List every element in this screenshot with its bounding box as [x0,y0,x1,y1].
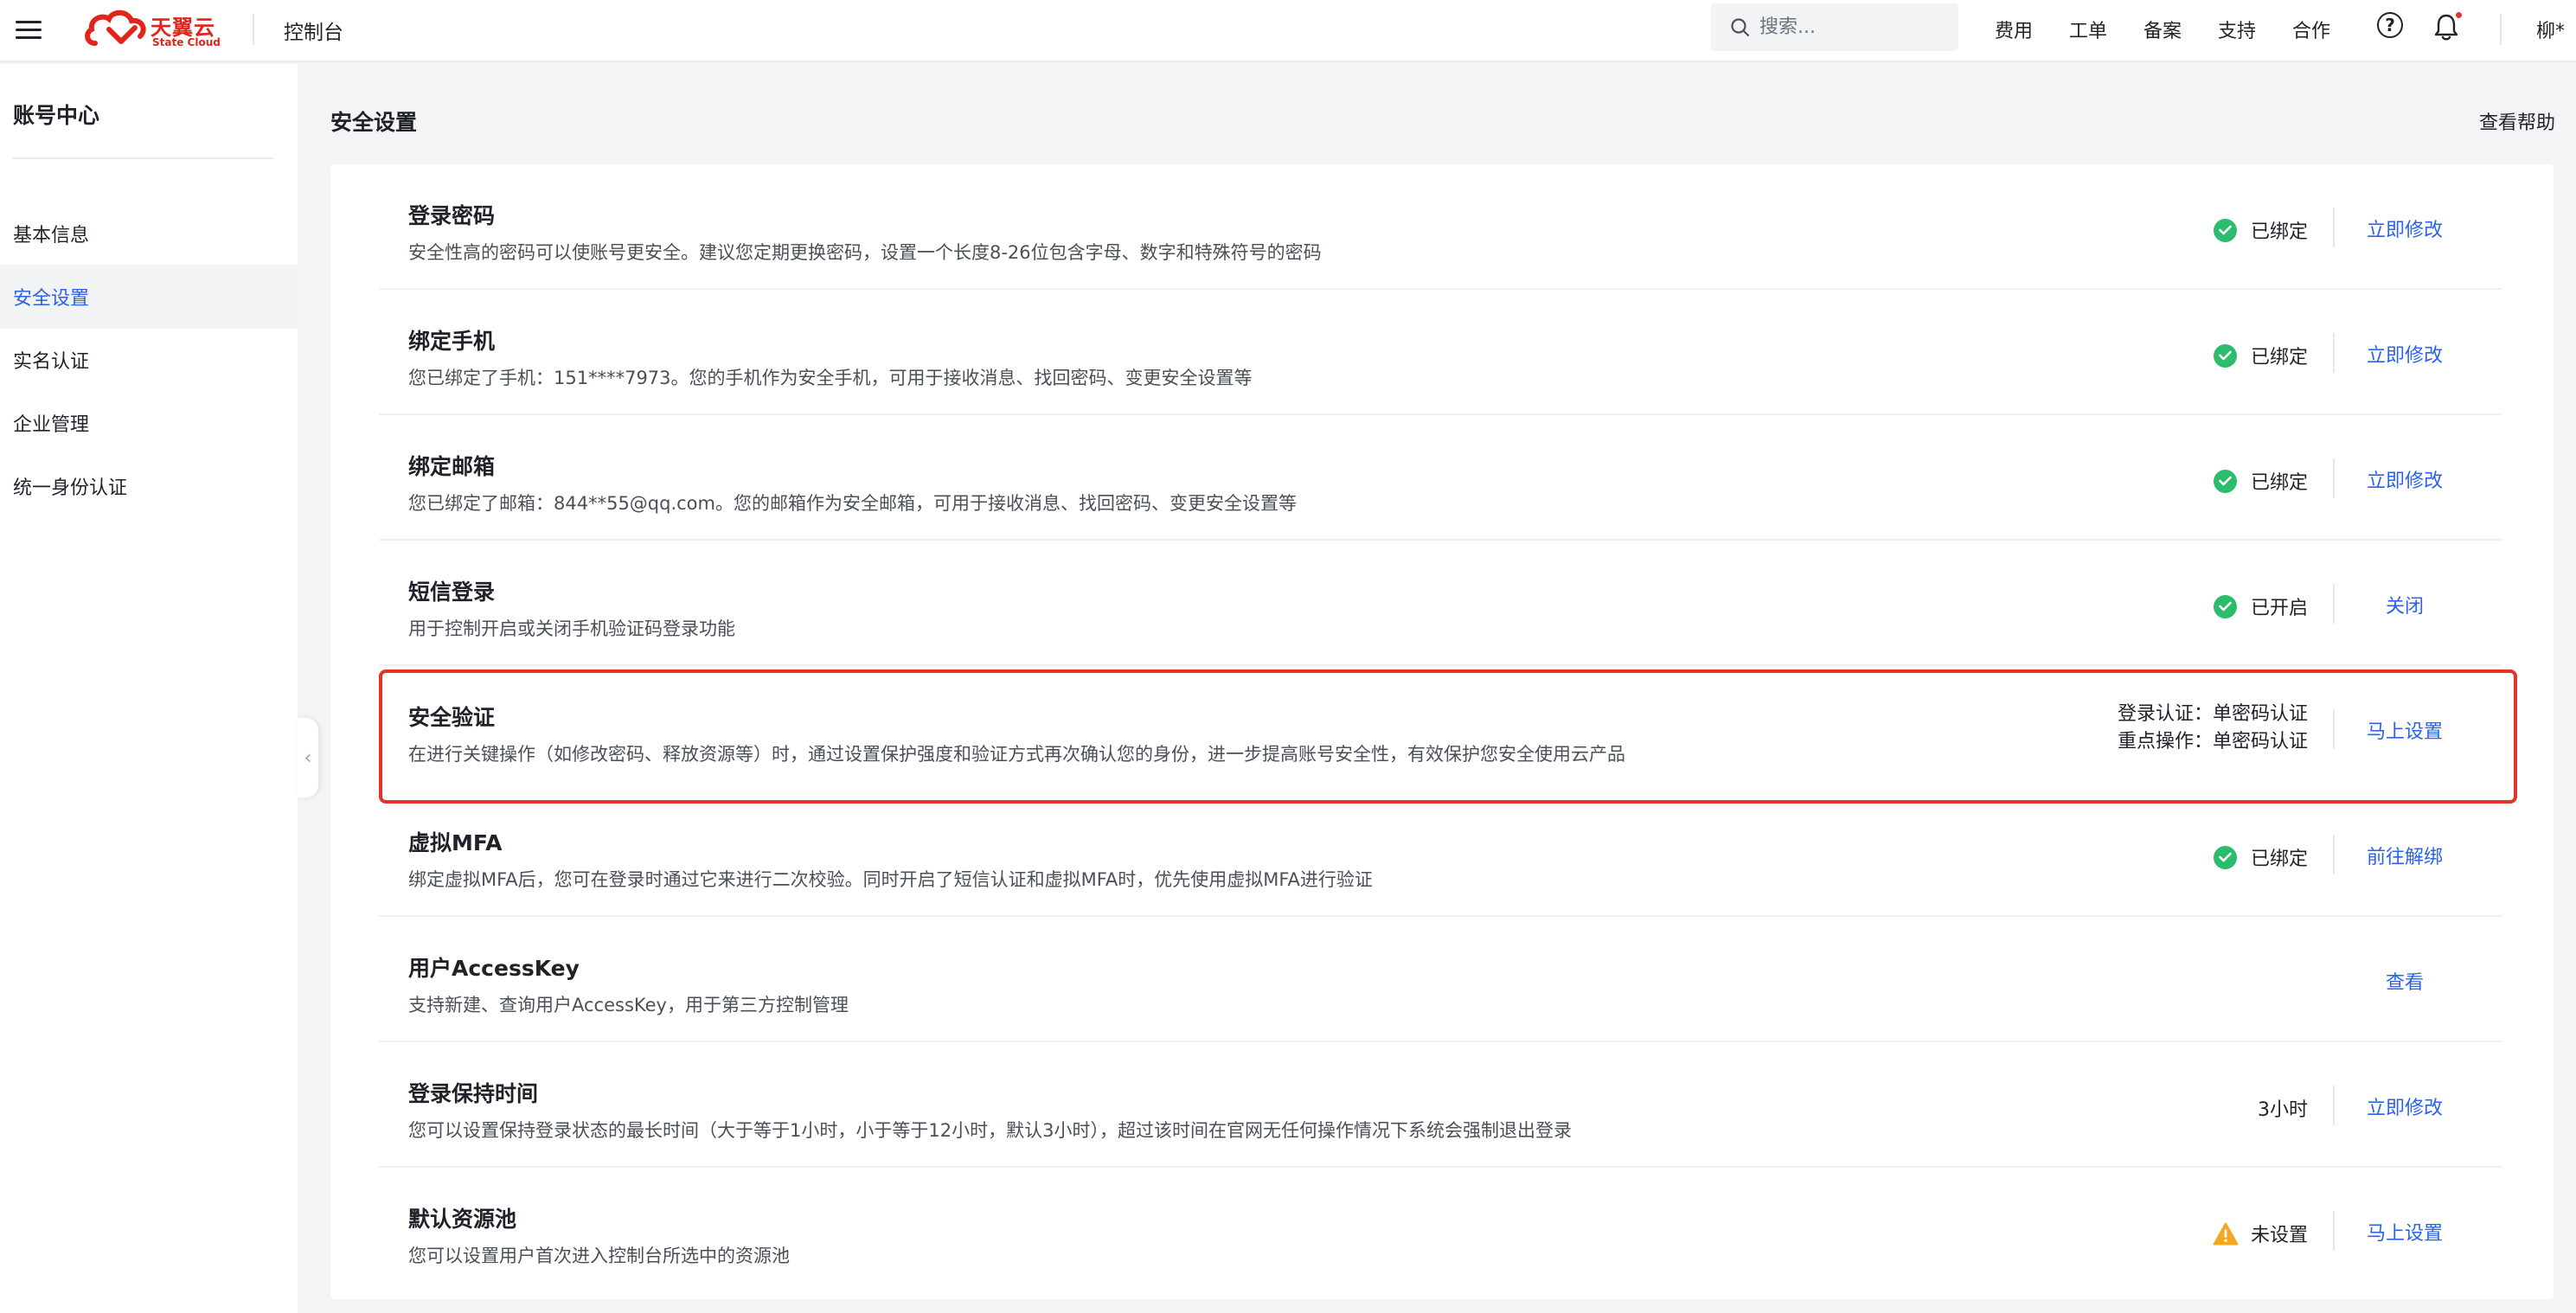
login-auth-text: 登录认证：单密码认证 [2117,703,2308,725]
status: 未设置 [2213,1220,2308,1247]
row-desc: 您可以设置用户首次进入控制台所选中的资源池 [408,1246,790,1266]
status-text: 已绑定 [2250,347,2308,368]
user-name[interactable]: 柳* [2536,16,2565,43]
row-desc: 在进行关键操作（如修改密码、释放资源等）时，通过设置保护强度和验证方式再次确认您… [408,744,1625,765]
logo-text-en: State Cloud [152,36,221,48]
setting-row-bind-email: 绑定邮箱 您已绑定了邮箱：844**55@qq.com。您的邮箱作为安全邮箱，可… [330,415,2554,541]
setting-row-login-password: 登录密码 安全性高的密码可以使账号更安全。建议您定期更换密码，设置一个长度8-2… [330,164,2554,290]
action-link[interactable]: 马上设置 [2335,1218,2475,1246]
setting-row-virtual-mfa: 虚拟MFA 绑定虚拟MFA后，您可在登录时通过它来进行二次校验。同时开启了短信认… [330,791,2554,917]
status: 已绑定 [2213,467,2308,495]
divider [13,157,274,159]
warning-icon [2213,1222,2239,1245]
status-text: 已开启 [2250,598,2308,619]
row-title: 用户AccessKey [408,956,580,981]
nav-partner[interactable]: 合作 [2292,16,2330,43]
row-title: 安全验证 [408,705,496,730]
security-settings-card: 登录密码 安全性高的密码可以使账号更安全。建议您定期更换密码，设置一个长度8-2… [330,164,2554,1299]
status: 已绑定 [2213,216,2308,244]
setting-row-access-key: 用户AccessKey 支持新建、查询用户AccessKey，用于第三方控制管理… [330,917,2554,1042]
status-text: 3小时 [2258,1099,2308,1121]
status-text: 已绑定 [2250,849,2308,870]
action-link[interactable]: 立即修改 [2335,465,2475,493]
setting-row-default-resource-pool: 默认资源池 您可以设置用户首次进入控制台所选中的资源池 未设置 马上设置 [330,1168,2554,1293]
check-circle-icon [2213,469,2237,493]
help-link[interactable]: 查看帮助 [2479,107,2555,135]
check-circle-icon [2213,343,2237,368]
action-link[interactable]: 关闭 [2335,591,2475,618]
verification-info: 登录认证：单密码认证 重点操作：单密码认证 [2118,701,2308,756]
setting-row-sms-login: 短信登录 用于控制开启或关闭手机验证码登录功能 已开启 关闭 [330,541,2554,666]
setting-row-login-keep-time: 登录保持时间 您可以设置保持登录状态的最长时间（大于等于1小时，小于等于12小时… [330,1042,2554,1168]
check-circle-icon [2213,594,2237,618]
search-input[interactable] [1759,16,1950,38]
console-title[interactable]: 控制台 [284,16,343,45]
bell-icon[interactable] [2432,10,2464,42]
row-title: 绑定手机 [408,329,496,354]
sidebar-collapse-handle[interactable]: ‹ [298,718,318,797]
status: 已开启 [2213,592,2308,620]
row-title: 登录保持时间 [408,1081,539,1106]
nav-fees[interactable]: 费用 [1995,16,2033,43]
sidebar-item-basic-info[interactable]: 基本信息 [0,202,298,266]
row-title: 登录密码 [408,203,496,228]
row-desc: 您已绑定了手机：151****7973。您的手机作为安全手机，可用于接收消息、找… [408,368,1253,388]
action-link[interactable]: 马上设置 [2335,716,2475,744]
cloud-logo-icon [85,10,146,46]
status: 3小时 [2258,1094,2308,1122]
divider [2500,14,2502,45]
search-box[interactable] [1711,3,1958,51]
row-title: 绑定邮箱 [408,454,496,479]
status-text: 已绑定 [2250,221,2308,243]
sidebar-item-enterprise[interactable]: 企业管理 [0,391,298,455]
row-title: 短信登录 [408,580,496,605]
action-link[interactable]: 立即修改 [2335,215,2475,242]
setting-row-security-verification: 安全验证 在进行关键操作（如修改密码、释放资源等）时，通过设置保护强度和验证方式… [330,666,2554,791]
row-desc: 用于控制开启或关闭手机验证码登录功能 [408,618,735,639]
row-desc: 绑定虚拟MFA后，您可在登录时通过它来进行二次校验。同时开启了短信认证和虚拟MF… [408,869,1373,890]
row-desc: 您可以设置保持登录状态的最长时间（大于等于1小时，小于等于12小时，默认3小时）… [408,1120,1572,1141]
row-title: 虚拟MFA [408,830,503,855]
row-desc: 您已绑定了邮箱：844**55@qq.com。您的邮箱作为安全邮箱，可用于接收消… [408,493,1297,514]
help-icon[interactable]: ? [2377,12,2406,42]
sidebar-item-real-name[interactable]: 实名认证 [0,328,298,392]
sidebar-title: 账号中心 [13,103,100,128]
search-icon [1731,17,1750,36]
nav-support[interactable]: 支持 [2218,16,2256,43]
chevron-left-icon: ‹ [304,746,312,769]
check-circle-icon [2213,218,2237,242]
setting-row-bind-phone: 绑定手机 您已绑定了手机：151****7973。您的手机作为安全手机，可用于接… [330,290,2554,415]
sidebar: 账号中心 基本信息 安全设置 实名认证 企业管理 统一身份认证 [0,64,298,1313]
divider [253,14,254,45]
status: 已绑定 [2213,342,2308,369]
row-title: 默认资源池 [408,1207,517,1232]
sidebar-item-security[interactable]: 安全设置 [0,265,298,329]
sidebar-item-unified-identity[interactable]: 统一身份认证 [0,454,298,518]
top-bar: 天翼云 State Cloud 控制台 费用 工单 备案 支持 合作 ? 柳* [0,0,2576,62]
key-operation-auth-text: 重点操作：单密码认证 [2117,731,2308,753]
action-link[interactable]: 立即修改 [2335,1092,2475,1120]
row-desc: 安全性高的密码可以使账号更安全。建议您定期更换密码，设置一个长度8-26位包含字… [408,242,1322,263]
menu-icon[interactable] [16,16,45,45]
row-desc: 支持新建、查询用户AccessKey，用于第三方控制管理 [408,995,849,1015]
page-title: 安全设置 [330,110,418,135]
action-link[interactable]: 前往解绑 [2335,842,2475,869]
status: 已绑定 [2213,843,2308,871]
notification-dot [2454,10,2464,20]
status-text: 未设置 [2250,1225,2308,1246]
nav-filing[interactable]: 备案 [2143,16,2182,43]
action-link[interactable]: 立即修改 [2335,340,2475,368]
status-text: 已绑定 [2250,472,2308,494]
action-link[interactable]: 查看 [2335,967,2475,995]
logo[interactable]: 天翼云 State Cloud [83,7,230,52]
nav-tickets[interactable]: 工单 [2069,16,2107,43]
check-circle-icon [2213,845,2237,869]
